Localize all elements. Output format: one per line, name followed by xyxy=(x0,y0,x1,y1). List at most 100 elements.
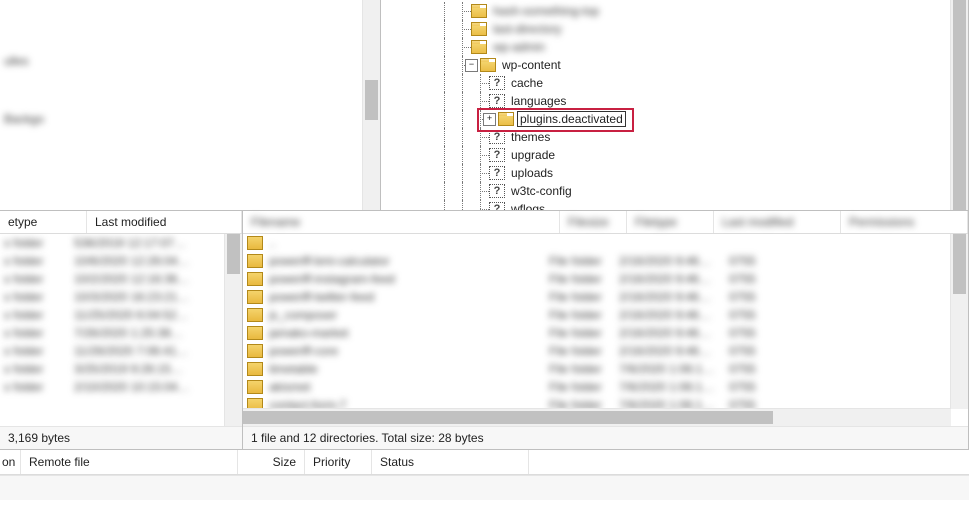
vertical-scrollbar[interactable] xyxy=(950,0,968,210)
list-item[interactable]: x folder7/26/2020 1:25:38… xyxy=(0,324,225,342)
tree-item-blurred[interactable]: hash-something-top xyxy=(381,2,951,20)
column-header-status[interactable]: Status xyxy=(372,450,529,474)
column-header-direction[interactable]: on xyxy=(0,450,21,474)
scrollbar-thumb[interactable] xyxy=(243,411,773,424)
question-mark-icon xyxy=(489,94,505,108)
folder-icon xyxy=(471,40,487,54)
list-item[interactable]: poweriff-bmi-calculatorFile folder2/16/2… xyxy=(243,252,951,270)
transfer-queue-header[interactable]: on Remote file Size Priority Status xyxy=(0,450,969,475)
rename-input[interactable]: plugins.deactivated xyxy=(517,111,626,127)
column-header-remote-file[interactable]: Remote file xyxy=(21,450,238,474)
column-header-priority[interactable]: Priority xyxy=(305,450,372,474)
remote-status-text: 1 file and 12 directories. Total size: 2… xyxy=(251,431,484,445)
scrollbar-thumb[interactable] xyxy=(365,80,378,120)
folder-icon xyxy=(480,58,496,72)
question-mark-icon xyxy=(489,76,505,90)
list-item[interactable]: x folder10/6/2020 12:26:04… xyxy=(0,252,225,270)
column-header-empty xyxy=(529,450,969,474)
question-mark-icon xyxy=(489,166,505,180)
tree-item-wp-content[interactable]: wp-content xyxy=(381,56,951,74)
remote-directory-tree[interactable]: hash-something-toplast-directorywp-admin… xyxy=(381,0,951,210)
local-list-header[interactable]: etype Last modified xyxy=(0,211,242,234)
folder-icon xyxy=(247,326,263,340)
local-tree-pane: ulles Backgo xyxy=(0,0,381,210)
column-header-blurred[interactable]: Filename xyxy=(243,211,560,233)
tree-item-languages[interactable]: languages xyxy=(381,92,951,110)
tree-item-w3tc-config[interactable]: w3tc-config xyxy=(381,182,951,200)
tree-item-label: themes xyxy=(508,129,553,145)
list-item[interactable]: x folder536/2019 12:17:07… xyxy=(0,234,225,252)
scrollbar-thumb[interactable] xyxy=(227,234,240,274)
column-header-blurred[interactable]: Filetype xyxy=(627,211,714,233)
list-item[interactable]: poweriff-coreFile folder2/16/2020 9:46…0… xyxy=(243,342,951,360)
folder-icon xyxy=(471,22,487,36)
list-item[interactable]: x folder10/3/2020 16:23:21… xyxy=(0,288,225,306)
remote-file-list[interactable]: ..poweriff-bmi-calculatorFile folder2/16… xyxy=(243,234,968,426)
question-mark-icon xyxy=(489,148,505,162)
vertical-scrollbar[interactable] xyxy=(950,234,968,409)
column-header-size[interactable]: Size xyxy=(238,450,305,474)
list-item[interactable]: poweriff-instagram-feedFile folder2/16/2… xyxy=(243,270,951,288)
folder-icon xyxy=(247,362,263,376)
tree-item-cache[interactable]: cache xyxy=(381,74,951,92)
folder-icon xyxy=(247,272,263,286)
local-status-text: 3,169 bytes xyxy=(8,431,70,445)
column-header-blurred[interactable]: Last modified xyxy=(714,211,841,233)
list-item[interactable]: js_composerFile folder2/16/2020 9:46…075… xyxy=(243,306,951,324)
tree-item-label: wflogs xyxy=(508,201,548,210)
tree-item-label: w3tc-config xyxy=(508,183,575,199)
vertical-scrollbar[interactable] xyxy=(224,234,242,426)
list-item[interactable]: x folder2/10/2020 10:15:04… xyxy=(0,378,225,396)
tree-expander[interactable] xyxy=(483,113,496,126)
tree-item-wflogs[interactable]: wflogs xyxy=(381,200,951,210)
folder-icon xyxy=(247,308,263,322)
local-file-list[interactable]: x folder536/2019 12:17:07…x folder10/6/2… xyxy=(0,234,242,426)
tree-item-plugins-deactivated[interactable]: plugins.deactivated xyxy=(381,110,951,128)
folder-icon xyxy=(247,290,263,304)
folder-icon xyxy=(247,254,263,268)
remote-file-list-pane: FilenameFilesizeFiletypeLast modifiedPer… xyxy=(243,211,969,449)
remote-list-header[interactable]: FilenameFilesizeFiletypeLast modifiedPer… xyxy=(243,211,968,234)
horizontal-scrollbar[interactable] xyxy=(243,408,951,426)
column-header-last-modified[interactable]: Last modified xyxy=(87,211,242,233)
tree-item-blurred[interactable]: wp-admin xyxy=(381,38,951,56)
tree-item-label: languages xyxy=(508,93,569,109)
list-item[interactable]: x folder3/25/2019 9:26:15… xyxy=(0,360,225,378)
list-item[interactable]: x folder11/26/2020 7:06:41… xyxy=(0,342,225,360)
remote-status-bar: 1 file and 12 directories. Total size: 2… xyxy=(243,426,968,449)
column-header-blurred[interactable]: Permissions xyxy=(841,211,968,233)
folder-icon xyxy=(498,112,514,126)
question-mark-icon xyxy=(489,184,505,198)
list-item[interactable]: x folder11/25/2020 6:04:52… xyxy=(0,306,225,324)
local-file-list-pane: etype Last modified x folder536/2019 12:… xyxy=(0,211,243,449)
folder-icon xyxy=(471,4,487,18)
scrollbar-thumb[interactable] xyxy=(953,234,966,294)
vertical-scrollbar[interactable] xyxy=(362,0,380,210)
tree-item-label: uploads xyxy=(508,165,556,181)
folder-icon xyxy=(247,380,263,394)
list-item[interactable]: x folder10/2/2020 12:16:36… xyxy=(0,270,225,288)
tree-item-themes[interactable]: themes xyxy=(381,128,951,146)
tree-expander[interactable] xyxy=(465,59,478,72)
scrollbar-thumb[interactable] xyxy=(953,0,966,210)
folder-icon xyxy=(247,236,263,250)
list-item[interactable]: .. xyxy=(243,234,951,252)
list-item[interactable]: poweriff-twitter-feedFile folder2/16/202… xyxy=(243,288,951,306)
column-header-filetype[interactable]: etype xyxy=(0,211,87,233)
footer-area xyxy=(0,475,969,500)
list-item[interactable]: timetableFile folder7/6/2020 1:06:1…0755 xyxy=(243,360,951,378)
local-directory-tree[interactable]: ulles Backgo xyxy=(0,0,363,210)
tree-item-blurred[interactable]: last-directory xyxy=(381,20,951,38)
list-item[interactable]: jamako-marketFile folder2/16/2020 9:46…0… xyxy=(243,324,951,342)
tree-item-upgrade[interactable]: upgrade xyxy=(381,146,951,164)
tree-item-label: wp-content xyxy=(499,57,564,73)
tree-item-label: upgrade xyxy=(508,147,558,163)
list-item[interactable]: akismetFile folder7/6/2020 1:06:1…0755 xyxy=(243,378,951,396)
question-mark-icon xyxy=(489,130,505,144)
tree-item-uploads[interactable]: uploads xyxy=(381,164,951,182)
remote-tree-pane: hash-something-toplast-directorywp-admin… xyxy=(381,0,969,210)
tree-item-label: cache xyxy=(508,75,546,91)
question-mark-icon xyxy=(489,202,505,210)
column-header-blurred[interactable]: Filesize xyxy=(560,211,627,233)
folder-icon xyxy=(247,344,263,358)
